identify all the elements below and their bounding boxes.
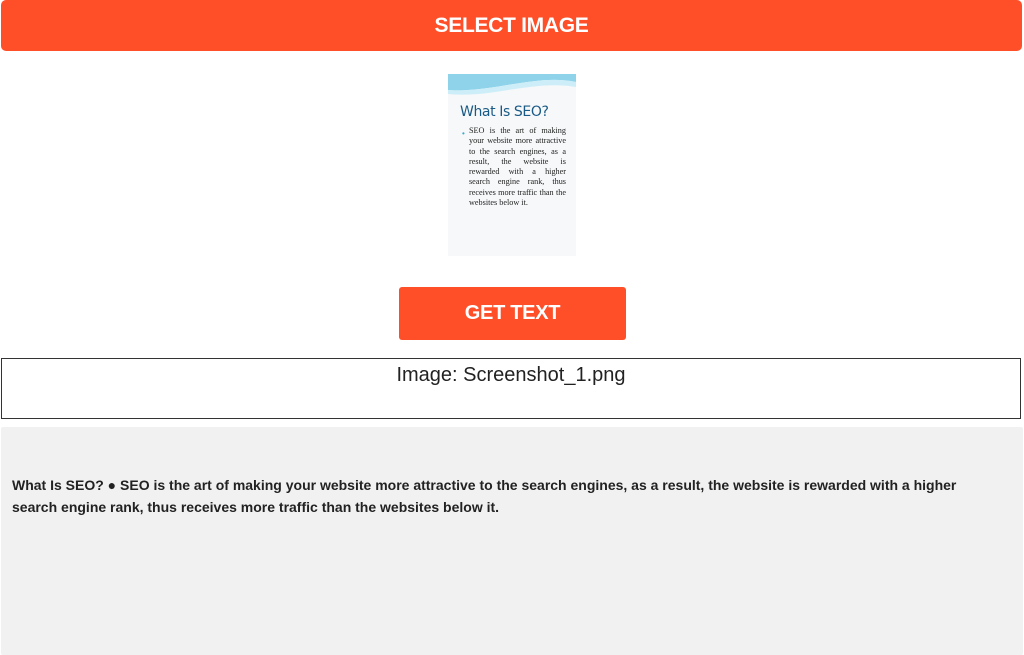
get-text-button[interactable]: GET TEXT [399,287,626,340]
extracted-text: What Is SEO? ● SEO is the art of making … [12,477,957,515]
select-image-button[interactable]: SELECT IMAGE [1,0,1022,51]
image-preview: What Is SEO? • SEO is the art of making … [448,74,576,256]
preview-bullet: • [462,129,465,138]
page: SELECT IMAGE What Is SEO? • SEO is the a… [0,0,1024,655]
extracted-text-area[interactable]: What Is SEO? ● SEO is the art of making … [1,427,1023,655]
file-info-box: Image: Screenshot_1.png [1,358,1021,419]
preview-header-wave [448,74,576,95]
file-name-label: Image: Screenshot_1.png [396,364,626,386]
preview-body-text: SEO is the art of making your website mo… [469,126,566,208]
preview-title: What Is SEO? [460,104,549,120]
